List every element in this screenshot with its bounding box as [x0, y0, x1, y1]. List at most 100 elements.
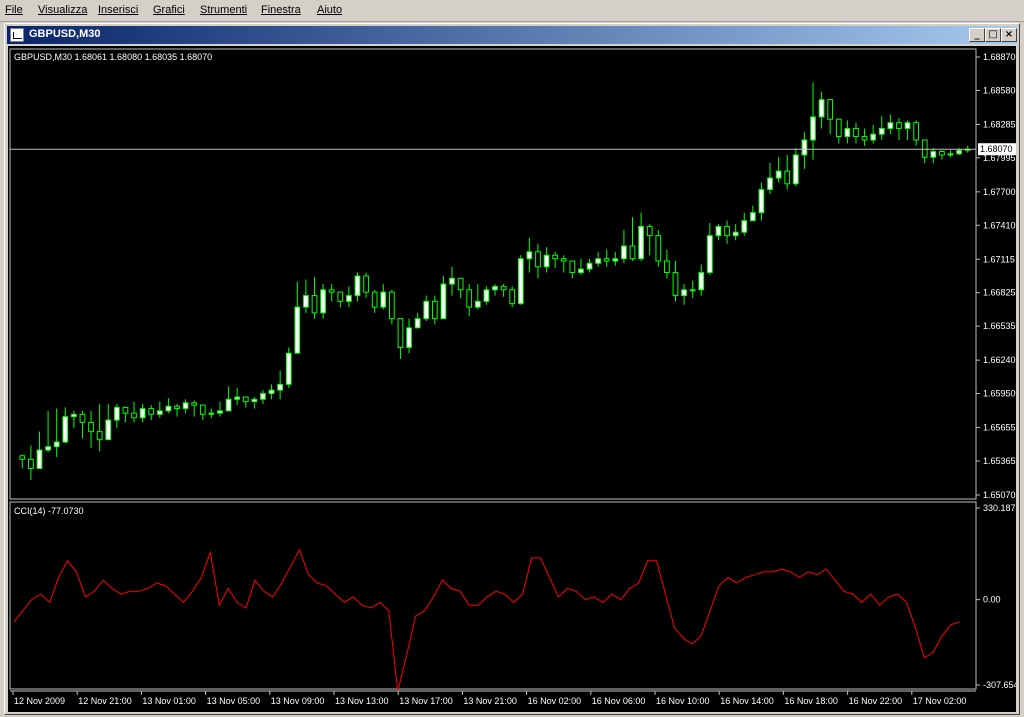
time-axis-label: 13 Nov 05:00: [207, 696, 261, 706]
candle-body: [483, 289, 490, 302]
candle-body: [131, 412, 137, 419]
price-axis-label: 1.66240: [983, 355, 1016, 365]
candle-body: [853, 127, 859, 138]
chart-area[interactable]: 1.68870 1.68580 1.68285 1.67995 1.67700 1.674…: [8, 46, 1016, 712]
candle-body: [225, 398, 232, 412]
candle-body: [62, 416, 69, 443]
price-axis-label: 1.66535: [983, 321, 1016, 331]
title-bar[interactable]: GBPUSD,M30 _ □ ×: [7, 26, 1017, 44]
menu-item-aiuto[interactable]: Aiuto: [317, 4, 342, 16]
minimize-button[interactable]: _: [969, 28, 985, 42]
time-axis-label: 12 Nov 2009: [14, 696, 65, 706]
candle-body: [354, 275, 361, 297]
menu-item-inserisci[interactable]: Inserisci: [98, 4, 138, 16]
time-axis-label: 13 Nov 01:00: [142, 696, 196, 706]
candle-body: [311, 295, 318, 314]
candle-body: [543, 254, 550, 268]
candle-body: [19, 455, 26, 460]
chart-header: GBPUSD,M30 1.68061 1.68080 1.68035 1.680…: [14, 52, 212, 62]
candle-body: [96, 431, 103, 441]
candle-body: [217, 410, 223, 414]
candle-body: [397, 318, 404, 348]
price-axis-label: 1.68870: [983, 52, 1016, 62]
price-axis-label: 1.68285: [983, 119, 1016, 129]
candle-body: [328, 289, 335, 293]
candle-body: [913, 122, 919, 141]
candle-body: [775, 170, 782, 179]
candle-body: [861, 136, 868, 141]
price-axis-label: 1.66825: [983, 288, 1016, 298]
candle-body: [698, 272, 705, 291]
chart-window: GBPUSD,M30 _ □ × 1.68870 1.68580 1.68285 1.…: [4, 23, 1020, 715]
candle-body: [423, 300, 430, 320]
menu-item-file[interactable]: File: [5, 4, 23, 16]
candle-body: [28, 458, 34, 469]
candle-body: [139, 408, 146, 419]
candle-body: [921, 139, 928, 158]
maximize-button[interactable]: □: [985, 28, 1001, 42]
candle-body: [174, 405, 180, 410]
candle-body: [930, 151, 937, 158]
candle-body: [449, 277, 455, 285]
candle-body: [646, 225, 653, 237]
chart-svg[interactable]: 1.688701.685801.682851.679951.677001.674…: [8, 46, 1016, 712]
candle-body: [956, 149, 962, 155]
candle-body: [578, 268, 584, 274]
price-axis-label: 1.65950: [983, 389, 1016, 399]
candle-body: [904, 122, 911, 129]
candle-body: [672, 272, 679, 297]
candle-body: [466, 289, 473, 308]
time-axis-label: 16 Nov 02:00: [528, 696, 582, 706]
candle-body: [71, 413, 77, 418]
candle-body: [492, 285, 498, 291]
candle-body: [294, 306, 301, 354]
candle-body: [947, 153, 954, 156]
candle-body: [629, 245, 636, 260]
candle-body: [122, 406, 129, 414]
menu-bar: File Visualizza Inserisci Grafici Strumenti F…: [0, 0, 1024, 22]
candle-body: [457, 277, 464, 291]
price-axis-label: 1.67410: [983, 220, 1016, 230]
candle-body: [53, 441, 60, 448]
candle-body: [827, 99, 834, 120]
candle-body: [878, 127, 885, 135]
chart-window-icon[interactable]: [10, 28, 24, 42]
candle-body: [363, 275, 369, 293]
candle-body: [664, 260, 670, 274]
candle-body: [612, 258, 619, 262]
time-axis-label: 17 Nov 02:00: [913, 696, 967, 706]
menu-item-strumenti[interactable]: Strumenti: [200, 4, 247, 16]
cci-axis-label: 0.00: [983, 595, 1001, 605]
candle-body: [767, 177, 773, 191]
time-axis-label: 16 Nov 18:00: [784, 696, 838, 706]
candle-body: [939, 151, 945, 156]
candle-body: [234, 396, 241, 400]
menu-item-finestra[interactable]: Finestra: [261, 4, 301, 16]
candle-body: [887, 122, 894, 129]
candle-body: [870, 133, 877, 141]
candle-body: [474, 300, 481, 308]
candle-body: [844, 127, 851, 138]
cci-axis-label: 330.1871: [983, 503, 1016, 513]
window-title: GBPUSD,M30: [29, 28, 101, 40]
price-axis-label: 1.65365: [983, 456, 1016, 466]
close-button[interactable]: ×: [1001, 28, 1017, 42]
menu-item-grafici[interactable]: Grafici: [153, 4, 185, 16]
time-axis-label: 13 Nov 17:00: [399, 696, 453, 706]
candle-body: [500, 285, 507, 291]
candle-body: [440, 283, 447, 320]
menu-item-visualizza[interactable]: Visualizza: [38, 4, 87, 16]
candle-body: [535, 251, 541, 268]
candle-body: [268, 389, 275, 395]
candle-body: [88, 421, 94, 433]
candle-body: [431, 300, 438, 320]
candle-body: [724, 225, 730, 237]
candle-body: [835, 118, 842, 138]
time-axis-label: 16 Nov 10:00: [656, 696, 710, 706]
candle-body: [638, 225, 644, 260]
candle-body: [105, 419, 112, 441]
candle-body: [707, 235, 713, 274]
candle-body: [79, 413, 86, 423]
candle-body: [371, 291, 378, 308]
candle-body: [191, 402, 198, 406]
